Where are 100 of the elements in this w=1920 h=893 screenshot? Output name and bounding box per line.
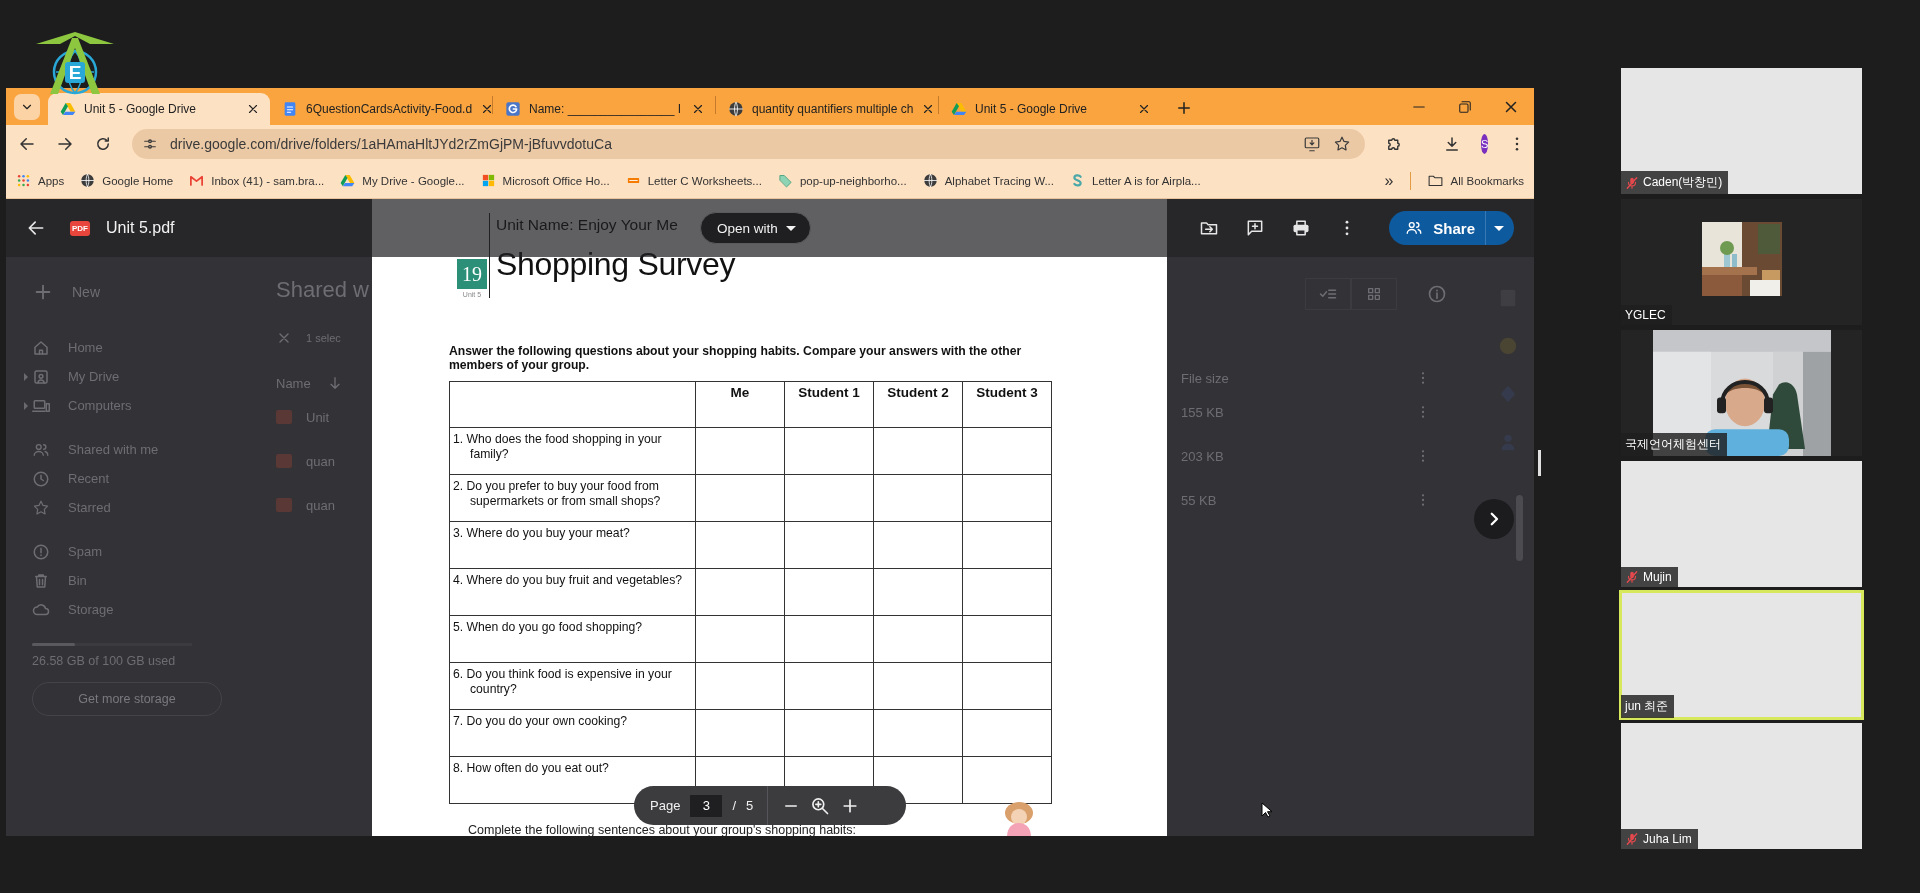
browser-tab[interactable]: 6QuestionCardsActivity-Food.d — [270, 93, 492, 125]
four-squares-icon — [480, 173, 496, 188]
caret-down-icon — [1494, 225, 1504, 231]
page-count: 5 — [746, 798, 754, 813]
muted-microphone-icon — [1625, 832, 1639, 846]
url-text: drive.google.com/drive/folders/1aHAmaHltJYd2rZmGjPM-jBfuvvdotuCa — [170, 136, 613, 152]
bookmark[interactable]: My Drive - Google... — [340, 173, 465, 188]
globe-icon — [80, 173, 96, 188]
bookmark[interactable]: Inbox (41) - sam.bra... — [189, 173, 325, 188]
scrollbar-thumb[interactable] — [1516, 495, 1523, 561]
selection-text: 1 selec — [306, 332, 341, 344]
unit-badge: 19 — [457, 259, 487, 289]
triangle-icon — [60, 101, 76, 117]
all-bookmarks-button[interactable]: All Bookmarks — [1426, 172, 1524, 189]
participant-name: Caden(박창민) — [1621, 171, 1729, 194]
more-bookmarks-button[interactable]: » — [1384, 171, 1394, 190]
question-cell: 6. Do you think food is expensive in your country? — [449, 662, 696, 710]
forward-arrow-icon[interactable] — [56, 135, 74, 153]
mail-icon — [189, 173, 205, 188]
close-icon[interactable] — [246, 102, 260, 116]
curve-icon — [1070, 173, 1085, 188]
page-separator: / — [732, 798, 736, 813]
file-size: 55 KB — [1181, 492, 1217, 508]
box-icon — [32, 367, 50, 386]
browser-tab[interactable]: Name: ________________ I — [493, 93, 715, 125]
participant-name: YGLEC — [1621, 305, 1672, 325]
column-header: Student 1 — [784, 381, 874, 428]
next-button[interactable] — [1474, 499, 1514, 539]
back-arrow-icon[interactable] — [18, 135, 36, 153]
bookmark[interactable]: Apps — [16, 173, 65, 188]
grid-icon — [1366, 286, 1382, 302]
tag-icon — [777, 173, 793, 188]
page-field[interactable]: 3 — [690, 794, 723, 817]
muted-microphone-icon — [1625, 570, 1639, 584]
bookmark[interactable]: Letter C Worksheets... — [625, 173, 762, 188]
cursor-icon — [1261, 802, 1273, 818]
bookmark[interactable]: Letter A is for Airpla... — [1070, 173, 1201, 188]
bookmark[interactable]: pop-up-neighborho... — [777, 173, 907, 188]
storage-text: 26.58 GB of 100 GB used — [32, 654, 177, 668]
grid-view-button[interactable] — [1351, 278, 1397, 310]
browser-tab[interactable]: Unit 5 - Google Drive — [48, 93, 270, 125]
column-header: Me — [695, 381, 785, 428]
address-bar[interactable]: drive.google.com/drive/folders/1aHAmaHltJYd2rZmGjPM-jBfuvvdotuCa — [132, 129, 1365, 159]
warning-icon — [32, 542, 50, 561]
info-icon[interactable] — [1427, 284, 1447, 304]
globe-icon — [922, 173, 938, 188]
column-header: File size — [1181, 370, 1229, 386]
column-header: Name — [276, 375, 311, 391]
share-button[interactable]: Share — [1389, 211, 1514, 245]
column-header: Student 3 — [962, 381, 1052, 428]
footer-text: Complete the following sentences about your group's shopping habits: — [468, 823, 857, 836]
back-arrow-icon[interactable] — [26, 218, 46, 238]
participant-name: jun 최준 — [1621, 695, 1675, 718]
zoom-in-icon[interactable] — [810, 795, 831, 816]
home-icon — [32, 338, 50, 357]
participant-name: Juha Lim — [1621, 829, 1698, 849]
triangle-icon — [951, 101, 967, 117]
pdf-badge: PDF — [70, 220, 90, 236]
close-icon[interactable] — [691, 102, 705, 116]
close-icon[interactable] — [1137, 102, 1151, 116]
file-size: 203 KB — [1181, 448, 1224, 464]
bookmark[interactable]: Google Home — [80, 173, 174, 188]
bookmark[interactable]: Microsoft Office Ho... — [480, 173, 610, 188]
square-icon — [505, 101, 521, 117]
question-cell: 5. When do you go food shopping? — [449, 615, 696, 663]
grid-icon — [16, 173, 31, 188]
question-cell: 1. Who does the food shopping in your family? — [449, 427, 696, 475]
globe-icon — [728, 101, 744, 117]
profile-avatar[interactable]: S — [1481, 134, 1489, 154]
splitter-handle[interactable] — [1538, 450, 1541, 476]
participant-name: Mujin — [1621, 567, 1678, 587]
question-cell: 3. Where do you buy your meat? — [449, 521, 696, 569]
star-icon — [32, 498, 50, 517]
document-icon — [282, 101, 298, 117]
reload-icon[interactable] — [94, 135, 112, 153]
question-cell: 4. Where do you buy fruit and vegetables? — [449, 568, 696, 616]
bin-icon — [32, 571, 50, 590]
bookmark[interactable]: Alphabet Tracing W... — [922, 173, 1054, 188]
browser-tab[interactable]: Unit 5 - Google Drive — [939, 93, 1161, 125]
plus-icon[interactable] — [1175, 99, 1193, 117]
triangle-icon — [340, 173, 356, 188]
file-icon — [276, 498, 292, 512]
people-icon — [1405, 219, 1424, 237]
file-title: Unit 5.pdf — [106, 219, 175, 237]
install-icon[interactable] — [1303, 135, 1321, 153]
star-icon[interactable] — [1333, 135, 1351, 153]
open-with-button[interactable]: Open with — [700, 212, 811, 244]
question-cell: 7. Do you do your own cooking? — [449, 709, 696, 757]
browser-tab[interactable]: quantity quantifiers multiple ch — [716, 93, 938, 125]
download-icon[interactable] — [1443, 135, 1461, 153]
instructions: Answer the following questions about your shopping habits. Compare your answers with the other members of your group. — [449, 344, 1023, 372]
muted-microphone-icon — [1625, 175, 1639, 190]
file-icon — [276, 454, 292, 468]
question-cell: 2. Do you prefer to buy your food from supermarkets or from small shops? — [449, 474, 696, 522]
page-heading: Shared w — [276, 277, 370, 304]
clock-icon — [32, 469, 50, 488]
puzzle-icon[interactable] — [1385, 135, 1403, 153]
participant-name: 국제언어체험센터 — [1621, 433, 1727, 456]
file-size: 155 KB — [1181, 404, 1224, 420]
printer-icon[interactable] — [1291, 218, 1312, 238]
